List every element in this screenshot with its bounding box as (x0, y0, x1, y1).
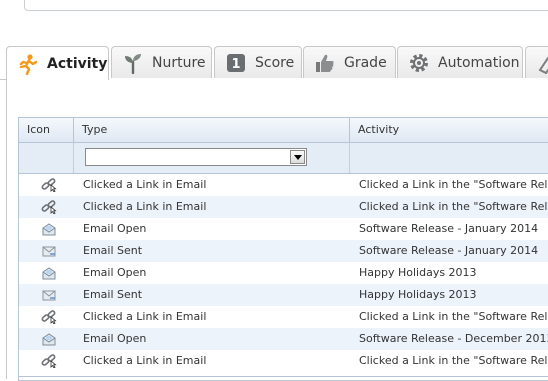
activity-grid: Icon Type Activity Clicked a Link in Ema… (18, 117, 548, 381)
nurture-sprout-icon (122, 52, 144, 74)
link-click-icon (41, 200, 57, 214)
tab-nurture-label: Nurture (152, 54, 206, 71)
more-tab-icon (536, 52, 548, 74)
automation-gear-icon (408, 52, 430, 74)
table-row[interactable]: Clicked a Link in Email Clicked a Link in… (19, 350, 548, 372)
tab-score[interactable]: 1 Score (214, 46, 302, 78)
row-activity: Clicked a Link in the "Software Release … (359, 200, 548, 213)
table-row[interactable]: Email Open Happy Holidays 2013 (19, 262, 548, 284)
tab-nurture[interactable]: Nurture (111, 46, 212, 78)
score-one-icon: 1 (225, 52, 247, 74)
row-type: Clicked a Link in Email (83, 200, 207, 213)
tab-more[interactable] (525, 46, 548, 78)
table-row[interactable]: Email Open Software Release - January 201… (19, 218, 548, 240)
svg-text:1: 1 (231, 57, 240, 72)
link-click-icon (41, 310, 57, 324)
grade-thumbs-up-icon (314, 52, 336, 74)
email-open-icon (41, 332, 57, 346)
link-click-icon (41, 354, 57, 368)
dropdown-arrow-button[interactable] (290, 150, 305, 164)
tab-automation[interactable]: Automation (397, 46, 523, 78)
row-activity: Clicked a Link in the "Software Release … (359, 310, 548, 323)
row-type: Clicked a Link in Email (83, 310, 207, 323)
email-sent-icon (41, 244, 57, 258)
email-open-icon (41, 266, 57, 280)
tab-grade-label: Grade (344, 54, 387, 71)
chevron-down-icon (293, 154, 302, 160)
top-panel-edge (24, 0, 548, 11)
row-type: Email Open (83, 222, 147, 235)
row-type: Email Sent (83, 288, 143, 301)
row-activity: Happy Holidays 2013 (359, 288, 477, 301)
tab-score-label: Score (255, 54, 295, 71)
row-type: Clicked a Link in Email (83, 354, 207, 367)
row-activity: Clicked a Link in the "Software Release … (359, 354, 548, 367)
row-activity: Software Release - December 2013 (359, 332, 548, 345)
table-row[interactable]: Clicked a Link in Email Clicked a Link in… (19, 306, 548, 328)
table-row[interactable]: Email Sent Happy Holidays 2013 (19, 284, 548, 306)
column-header-type[interactable]: Type (74, 118, 350, 142)
filter-row (19, 143, 548, 174)
tab-grade[interactable]: Grade (303, 46, 396, 78)
row-type: Email Open (83, 266, 147, 279)
row-activity: Happy Holidays 2013 (359, 266, 477, 279)
filter-cell-icon (19, 143, 74, 173)
column-header-activity[interactable]: Activity (350, 118, 548, 142)
row-activity: Software Release - January 2014 (359, 222, 539, 235)
row-activity: Software Release - January 2014 (359, 244, 539, 257)
table-row[interactable]: Clicked a Link in Email Clicked a Link in… (19, 174, 548, 196)
tab-activity[interactable]: Activity (6, 46, 109, 80)
email-sent-icon (41, 288, 57, 302)
row-type: Clicked a Link in Email (83, 178, 207, 191)
table-row[interactable]: Email Open Software Release - December 20… (19, 328, 548, 350)
grid-header: Icon Type Activity (19, 118, 548, 143)
type-filter-select[interactable] (85, 148, 307, 166)
row-type: Email Sent (83, 244, 143, 257)
tab-automation-label: Automation (438, 54, 520, 71)
email-open-icon (41, 222, 57, 236)
tab-bar: Activity Nurture 1 Score Grade Automatio… (0, 46, 548, 80)
activity-runner-icon (17, 53, 39, 75)
row-activity: Clicked a Link in the "Software Release … (359, 178, 548, 191)
row-type: Email Open (83, 332, 147, 345)
tab-activity-label: Activity (47, 55, 108, 72)
column-header-icon[interactable]: Icon (19, 118, 74, 142)
table-row[interactable]: Email Sent Software Release - January 201… (19, 240, 548, 262)
table-row[interactable]: Clicked a Link in Email Clicked a Link in… (19, 196, 548, 218)
link-click-icon (41, 178, 57, 192)
